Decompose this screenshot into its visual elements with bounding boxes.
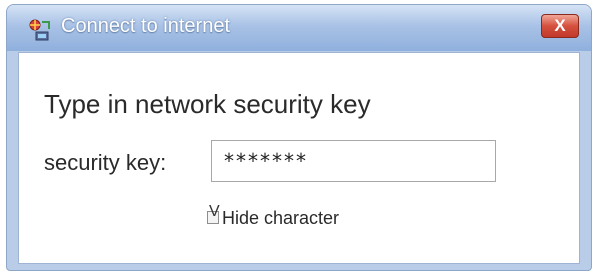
security-key-input[interactable]	[211, 140, 496, 182]
window-title: Connect to internet	[61, 15, 230, 37]
connect-dialog-window: Connect to internet X Type in network se…	[6, 4, 592, 271]
dialog-content: Type in network security key security ke…	[18, 52, 580, 264]
title-bar[interactable]: Connect to internet X	[7, 5, 591, 51]
check-mark-icon: V	[209, 203, 220, 220]
network-connect-icon	[29, 19, 50, 41]
hide-character-label: Hide character	[222, 208, 340, 228]
security-key-label: security key:	[44, 150, 167, 175]
close-button[interactable]: X	[541, 14, 579, 38]
dialog-heading: Type in network security key	[44, 89, 371, 119]
